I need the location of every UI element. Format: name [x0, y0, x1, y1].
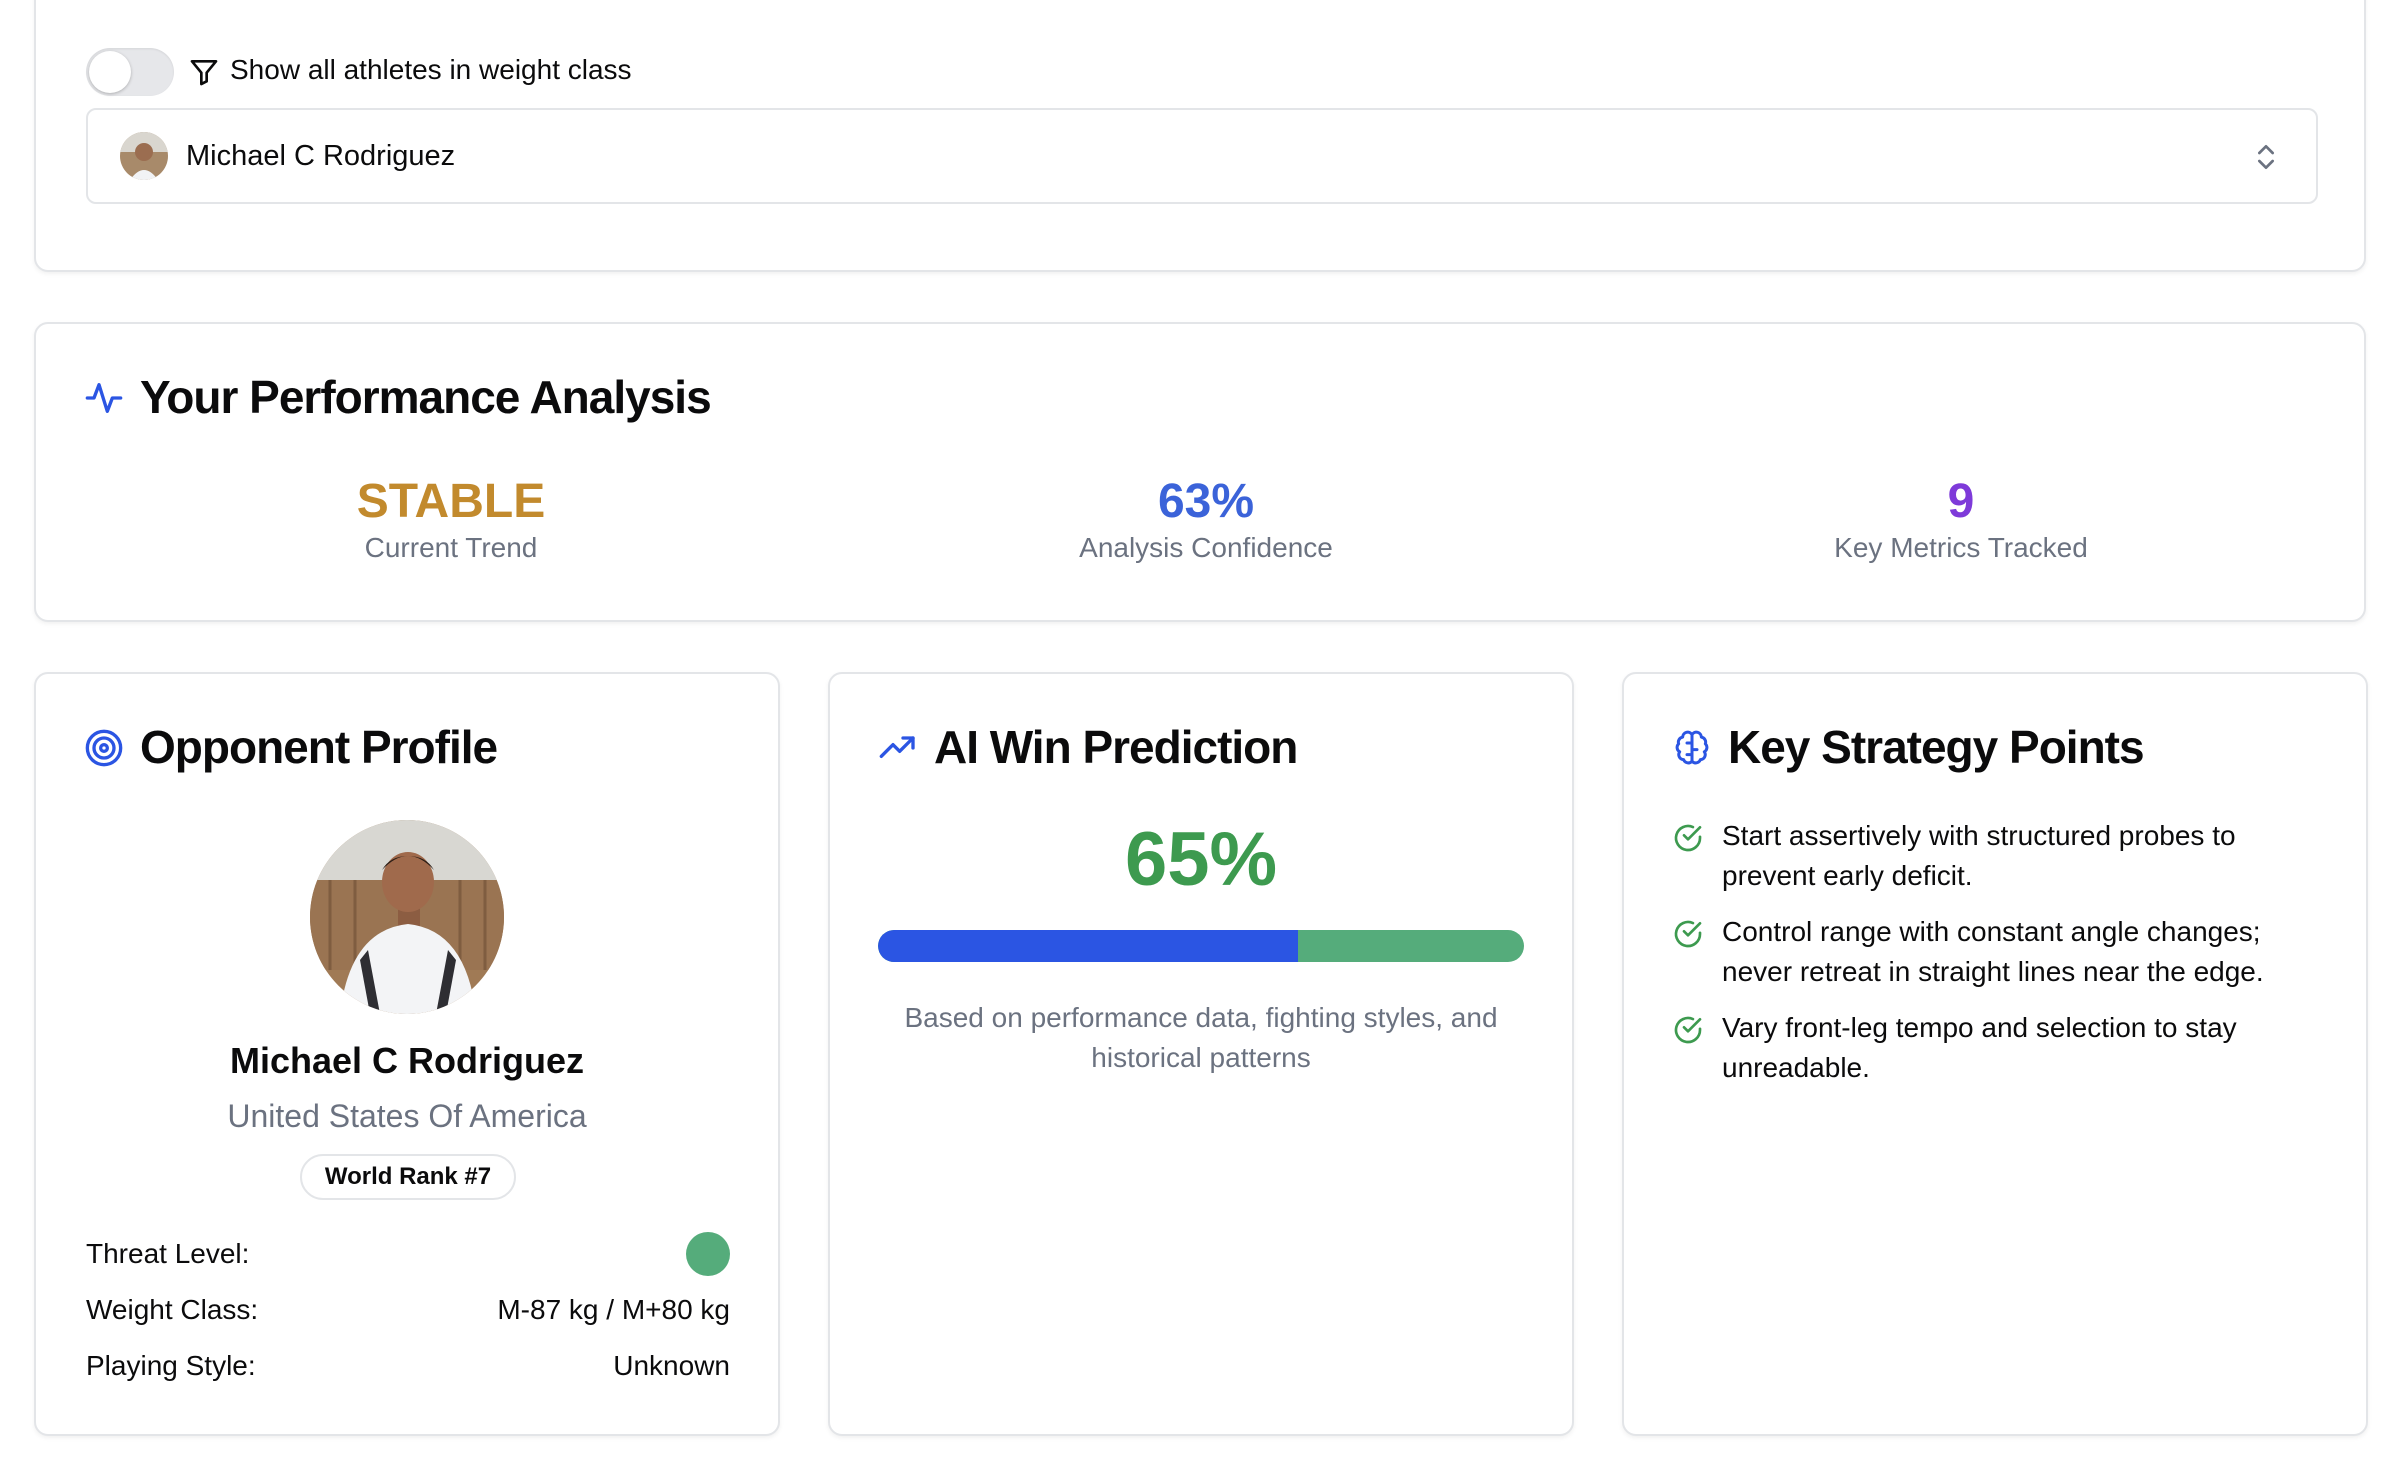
stat-analysis-confidence: 63% Analysis Confidence	[956, 474, 1456, 564]
stat-value: STABLE	[356, 475, 546, 528]
trending-up-icon	[879, 736, 915, 758]
stat-value: 9	[1947, 475, 1975, 528]
stat-label: Key Metrics Tracked	[1834, 532, 2088, 563]
performance-title: Your Performance Analysis	[140, 371, 712, 423]
strategy-title: Key Strategy Points	[1728, 721, 2145, 773]
activity-icon	[85, 383, 123, 413]
stat-key-metrics: 9 Key Metrics Tracked	[1711, 474, 2211, 564]
win-probability-bar	[878, 930, 1524, 962]
win-probability-fill	[878, 930, 1298, 962]
performance-analysis-card: Your Performance Analysis STABLE Current…	[34, 322, 2366, 622]
strategy-point-text: Start assertively with structured probes…	[1722, 820, 2236, 891]
opponent-profile-card: Opponent Profile Michael C Rodriguez Uni…	[34, 672, 780, 1436]
playing-style-label: Playing Style:	[86, 1350, 256, 1381]
toggle-knob[interactable]	[89, 51, 131, 93]
check-circle-icon	[1674, 1016, 1702, 1044]
check-circle-icon	[1674, 920, 1702, 948]
stat-value: 63%	[1157, 475, 1255, 528]
opponent-country: United States Of America	[227, 1098, 587, 1134]
strategy-points-card: Key Strategy Points Start assertively wi…	[1622, 672, 2368, 1436]
avatar	[120, 132, 168, 180]
toggle-label[interactable]: Show all athletes in weight class	[230, 54, 632, 86]
brain-icon	[1675, 730, 1709, 765]
target-icon	[85, 729, 123, 767]
stat-label: Analysis Confidence	[1079, 532, 1333, 563]
athlete-select[interactable]: Michael C Rodriguez	[86, 108, 2318, 204]
opponent-photo	[310, 820, 504, 1014]
opponent-name: Michael C Rodriguez	[229, 1040, 585, 1081]
show-all-athletes-toggle[interactable]	[86, 48, 174, 96]
chevron-up-down-icon	[2258, 145, 2274, 169]
strategy-list: Start assertively with structured probes…	[1672, 816, 2332, 1104]
opponent-title: Opponent Profile	[140, 721, 498, 773]
check-circle-icon	[1674, 824, 1702, 852]
playing-style-value: Unknown	[613, 1350, 730, 1381]
weight-class-value: M-87 kg / M+80 kg	[497, 1294, 730, 1325]
list-item: Vary front-leg tempo and selection to st…	[1672, 1008, 2332, 1088]
stat-current-trend: STABLE Current Trend	[201, 474, 701, 564]
strategy-point-text: Vary front-leg tempo and selection to st…	[1722, 1012, 2237, 1083]
prediction-note: Based on performance data, fighting styl…	[904, 1002, 1498, 1073]
win-probability: 65%	[1124, 817, 1278, 902]
list-item: Start assertively with structured probes…	[1672, 816, 2332, 896]
selected-athlete-name: Michael C Rodriguez	[186, 140, 456, 172]
win-prediction-card: AI Win Prediction 65% Based on performan…	[828, 672, 1574, 1436]
strategy-point-text: Control range with constant angle change…	[1722, 916, 2264, 987]
prediction-title: AI Win Prediction	[934, 721, 1298, 773]
athlete-selector-card: Show all athletes in weight class Michae…	[34, 0, 2366, 272]
filter-icon	[190, 60, 218, 86]
threat-level-label: Threat Level:	[86, 1238, 250, 1269]
threat-level-indicator	[686, 1232, 730, 1276]
weight-class-label: Weight Class:	[86, 1294, 259, 1325]
stat-label: Current Trend	[364, 532, 538, 563]
world-rank-badge: World Rank #7	[300, 1154, 516, 1200]
list-item: Control range with constant angle change…	[1672, 912, 2332, 992]
